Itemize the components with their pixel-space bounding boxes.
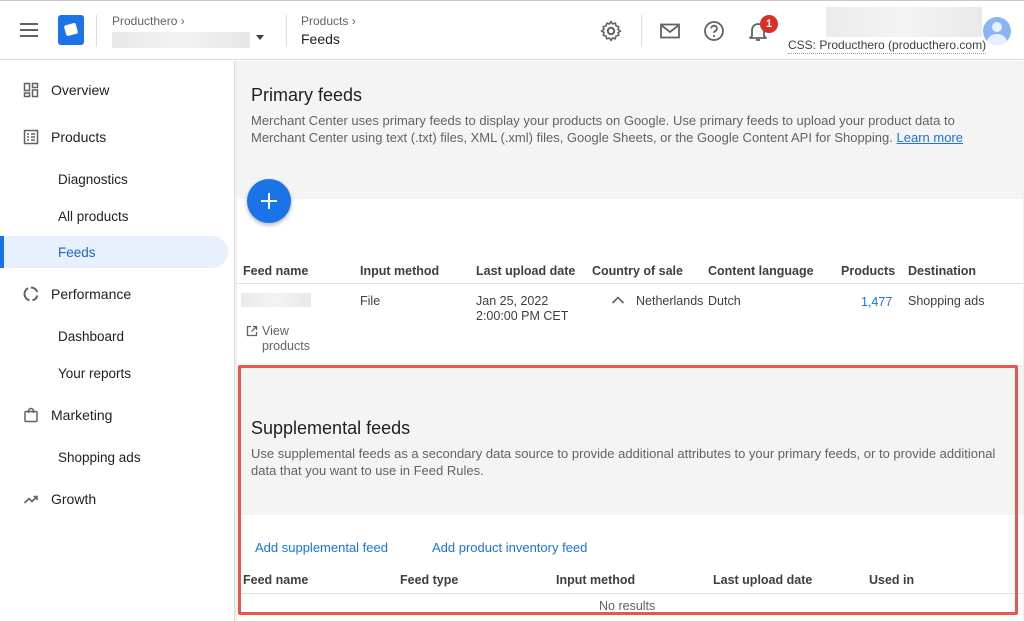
sidebar-item-label: Diagnostics	[58, 171, 128, 187]
primary-feeds-header: Primary feeds Merchant Center uses prima…	[237, 61, 1023, 199]
add-product-inventory-feed-button[interactable]: Add product inventory feed	[432, 540, 587, 555]
section-description: Merchant Center uses primary feeds to di…	[251, 113, 963, 145]
sidebar-item-products[interactable]: Products	[0, 121, 228, 153]
divider	[286, 15, 287, 47]
sidebar-item-overview[interactable]: Overview	[0, 74, 228, 106]
sidebar-item-label: Feeds	[58, 244, 96, 260]
sidebar-item-growth[interactable]: Growth	[0, 483, 228, 515]
divider	[237, 283, 1023, 284]
trending-up-icon	[23, 495, 38, 504]
help-icon[interactable]	[702, 19, 726, 43]
supplemental-feeds-header: Supplemental feeds Use supplemental feed…	[237, 367, 1023, 515]
input-method: File	[360, 294, 381, 308]
sidebar-item-performance[interactable]: Performance	[0, 278, 228, 310]
learn-more-link[interactable]: Learn more	[897, 130, 963, 145]
sidebar-item-label: All products	[58, 208, 129, 224]
section-title: Supplemental feeds	[251, 418, 411, 438]
column-header[interactable]: Products	[841, 264, 895, 278]
feed-name[interactable]	[241, 293, 311, 307]
performance-icon	[23, 286, 39, 302]
sidebar-item-label: Overview	[51, 82, 110, 98]
user-name	[826, 7, 982, 37]
add-feed-button[interactable]	[247, 179, 291, 223]
avatar[interactable]	[983, 17, 1011, 45]
main-content: Primary feeds Merchant Center uses prima…	[234, 61, 1024, 621]
open-in-new-icon[interactable]	[246, 325, 258, 337]
mail-icon[interactable]	[658, 19, 682, 43]
supplemental-feeds-table: Add supplemental feed Add product invent…	[237, 515, 1023, 621]
breadcrumb-parent[interactable]: Products ›	[301, 14, 356, 28]
sidebar-item-label: Growth	[51, 491, 97, 507]
sidebar-item-marketing[interactable]: Marketing	[0, 399, 228, 431]
chevron-up-icon[interactable]	[611, 295, 625, 305]
column-header[interactable]: Destination	[908, 264, 976, 278]
products-count-link[interactable]: 1,477	[861, 295, 892, 310]
account-name[interactable]	[112, 32, 250, 48]
sidebar-item-dashboard[interactable]: Dashboard	[0, 320, 228, 352]
css-account-label[interactable]: CSS: Producthero (producthero.com)	[788, 38, 987, 54]
sidebar-item-label: Your reports	[58, 365, 132, 381]
sidebar-item-diagnostics[interactable]: Diagnostics	[0, 163, 228, 195]
sidebar-item-label: Dashboard	[58, 328, 125, 344]
dashboard-icon	[23, 82, 39, 98]
column-header[interactable]: Content language	[708, 264, 814, 278]
sidebar-item-label: Marketing	[51, 407, 113, 423]
column-header[interactable]: Country of sale	[592, 264, 683, 278]
column-header[interactable]: Used in	[869, 573, 914, 587]
primary-feeds-table: Feed name Input method Last upload date …	[237, 199, 1023, 365]
merchant-center-logo[interactable]	[58, 15, 84, 45]
sidebar-item-your-reports[interactable]: Your reports	[0, 357, 228, 389]
account-label: Producthero ›	[112, 14, 185, 28]
sidebar: Overview Products Diagnostics All produc…	[0, 61, 234, 621]
view-products-link[interactable]: View products	[262, 324, 322, 354]
destination: Shopping ads	[908, 294, 985, 308]
section-description: Use supplemental feeds as a secondary da…	[251, 446, 996, 478]
account-dropdown-icon[interactable]	[256, 35, 264, 40]
column-header[interactable]: Feed name	[243, 264, 308, 278]
hamburger-icon[interactable]	[20, 23, 38, 37]
country-of-sale: Netherlands	[636, 294, 704, 308]
sidebar-item-label: Shopping ads	[58, 449, 141, 465]
sidebar-item-label: Performance	[51, 286, 132, 302]
sidebar-item-feeds[interactable]: Feeds	[0, 236, 228, 268]
column-header[interactable]: Input method	[360, 264, 439, 278]
shopping-bag-icon	[24, 407, 38, 423]
upload-time: 2:00:00 PM CET	[476, 309, 569, 323]
column-header[interactable]: Feed type	[400, 573, 458, 587]
empty-state: No results	[599, 599, 656, 613]
content-language: Dutch	[708, 294, 741, 308]
divider	[96, 15, 97, 47]
notification-badge: 1	[760, 15, 778, 33]
sidebar-item-label: Products	[51, 129, 107, 145]
add-supplemental-feed-button[interactable]: Add supplemental feed	[255, 540, 388, 555]
top-bar: Producthero › Products › Feeds 1 CSS: Pr…	[0, 0, 1024, 60]
list-icon	[23, 129, 39, 145]
column-header[interactable]: Last upload date	[476, 264, 575, 278]
sidebar-item-all-products[interactable]: All products	[0, 200, 228, 232]
divider	[237, 593, 1023, 594]
sidebar-item-shopping-ads[interactable]: Shopping ads	[0, 441, 228, 473]
divider	[641, 15, 642, 47]
column-header[interactable]: Feed name	[243, 573, 308, 587]
column-header[interactable]: Last upload date	[713, 573, 812, 587]
gear-icon[interactable]	[599, 19, 623, 43]
column-header[interactable]: Input method	[556, 573, 635, 587]
section-title: Primary feeds	[251, 85, 363, 105]
upload-date: Jan 25, 2022	[476, 294, 549, 308]
page-title: Feeds	[301, 31, 340, 47]
